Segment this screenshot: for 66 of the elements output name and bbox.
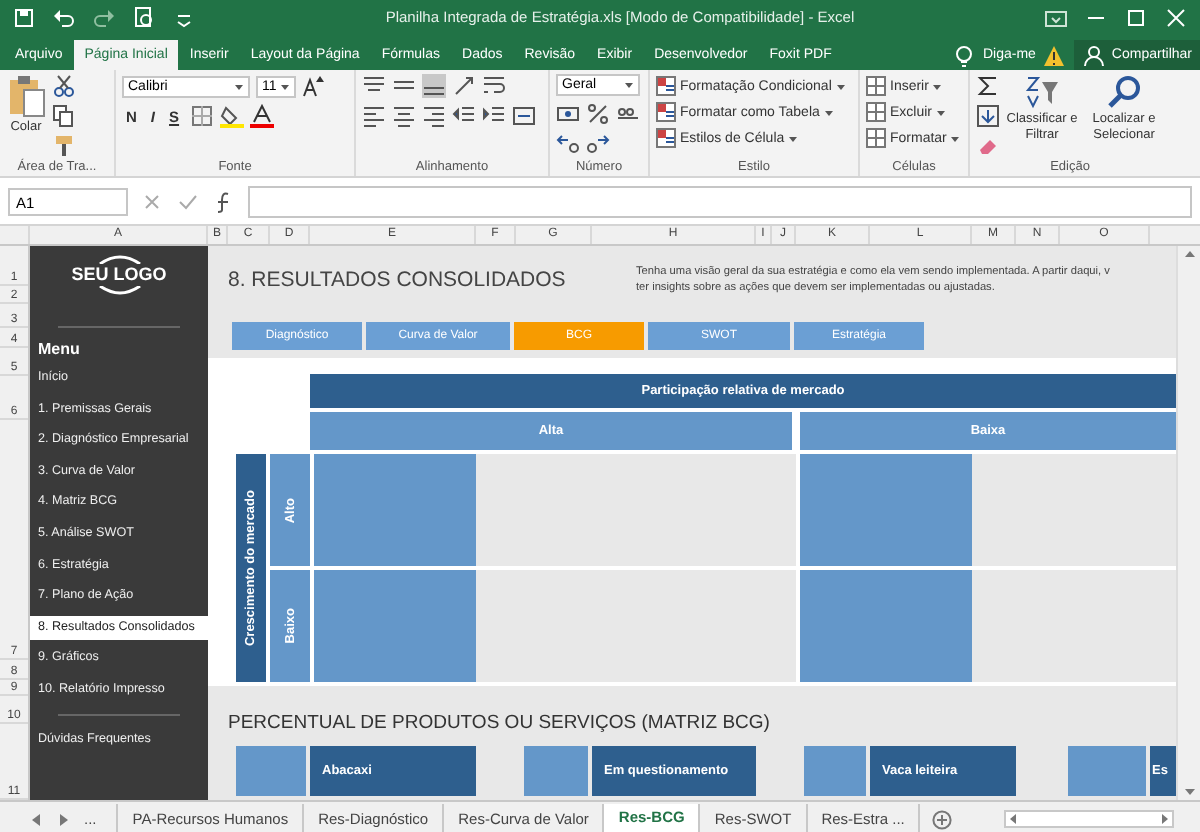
fill-color-icon[interactable] bbox=[219, 104, 244, 128]
scroll-left-icon[interactable] bbox=[1006, 812, 1021, 826]
formula-field[interactable] bbox=[248, 185, 1192, 217]
sort-filter-icon bbox=[1024, 74, 1060, 110]
scroll-right-icon[interactable] bbox=[1158, 812, 1173, 826]
table-style-icon bbox=[656, 128, 676, 148]
vertical-scrollbar[interactable] bbox=[1176, 246, 1200, 800]
align-bottom-icon[interactable] bbox=[422, 74, 446, 98]
lightbulb-icon[interactable] bbox=[952, 43, 977, 67]
autosum-icon[interactable] bbox=[976, 74, 1000, 98]
orientation-icon[interactable] bbox=[452, 74, 476, 98]
person-icon[interactable] bbox=[1081, 43, 1106, 67]
copy-icon[interactable] bbox=[52, 104, 76, 128]
table-style-icon bbox=[656, 102, 676, 122]
wrap-text-icon[interactable] bbox=[482, 74, 506, 98]
logo-arc-icon bbox=[95, 254, 143, 264]
search-icon bbox=[1106, 74, 1142, 110]
format-painter-icon[interactable] bbox=[52, 134, 76, 158]
warning-icon[interactable] bbox=[1041, 43, 1066, 67]
next-sheet-icon[interactable] bbox=[56, 811, 72, 827]
merge-cells-icon[interactable] bbox=[512, 104, 536, 128]
card-tile bbox=[524, 746, 588, 796]
print-preview-icon[interactable] bbox=[132, 5, 156, 29]
caret-icon bbox=[932, 81, 943, 91]
ribbon-display-icon[interactable] bbox=[1044, 5, 1068, 29]
grow-font-icon[interactable] bbox=[302, 74, 326, 98]
cells-icon bbox=[866, 102, 886, 122]
section-title: PERCENTUAL DE PRODUTOS OU SERVIÇOS (MATRIZ BCG) bbox=[228, 712, 772, 738]
font-color-icon[interactable] bbox=[249, 104, 274, 128]
logo-arc-icon bbox=[95, 286, 143, 296]
align-right-icon[interactable] bbox=[422, 104, 446, 128]
align-center-icon[interactable] bbox=[392, 104, 416, 128]
caret-icon bbox=[624, 80, 634, 90]
cut-icon[interactable] bbox=[52, 74, 76, 98]
undo-icon[interactable] bbox=[52, 5, 76, 29]
cells-icon bbox=[866, 76, 886, 96]
caret-icon bbox=[950, 133, 961, 143]
caret-icon bbox=[280, 81, 290, 91]
caret-icon bbox=[823, 107, 834, 117]
caret-icon bbox=[835, 81, 846, 91]
logo-text: SEU LOGO bbox=[71, 264, 167, 286]
caret-icon bbox=[788, 133, 799, 143]
add-sheet-icon[interactable] bbox=[932, 809, 953, 829]
previous-sheet-icon[interactable] bbox=[28, 811, 44, 827]
decrease-decimal-icon[interactable] bbox=[586, 132, 610, 156]
fill-down-icon[interactable] bbox=[976, 104, 1000, 128]
borders-icon[interactable] bbox=[189, 104, 214, 128]
maximize-icon[interactable] bbox=[1124, 5, 1148, 29]
menu-heading: Menu bbox=[36, 338, 82, 362]
percent-icon[interactable] bbox=[586, 102, 610, 126]
horizontal-scrollbar[interactable] bbox=[1004, 810, 1175, 828]
redo-icon[interactable] bbox=[92, 5, 116, 29]
cells-icon bbox=[866, 128, 886, 148]
increase-decimal-icon[interactable] bbox=[556, 132, 580, 156]
save-icon[interactable] bbox=[12, 5, 36, 29]
page-title: 8. RESULTADOS CONSOLIDADOS bbox=[228, 268, 568, 292]
table-style-icon bbox=[656, 76, 676, 96]
card-tile bbox=[1068, 746, 1146, 796]
card-tile bbox=[236, 746, 306, 796]
eraser-icon[interactable] bbox=[976, 134, 1000, 158]
caret-icon bbox=[234, 81, 244, 91]
card-tile bbox=[804, 746, 866, 796]
align-left-icon[interactable] bbox=[362, 104, 386, 128]
currency-icon[interactable] bbox=[556, 102, 580, 126]
caret-icon bbox=[936, 107, 947, 117]
close-icon[interactable] bbox=[1164, 5, 1188, 29]
